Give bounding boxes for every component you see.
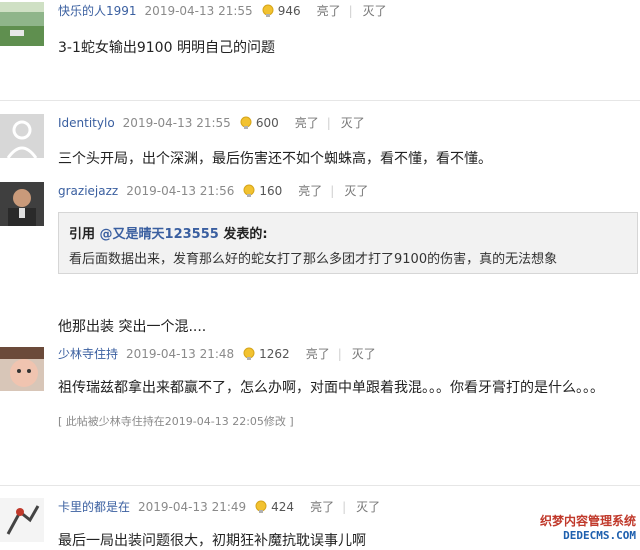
timestamp: 2019-04-13 21:55 <box>144 3 253 18</box>
separator: | <box>326 115 331 130</box>
comment-meta: 快乐的人1991 2019-04-13 21:55 946 亮了 | 灭了 <box>58 2 387 19</box>
divider <box>0 100 640 101</box>
separator: | <box>330 183 335 198</box>
timestamp: 2019-04-13 21:49 <box>138 499 247 514</box>
watermark: 织梦内容管理系统 DEDECMS.COM <box>516 512 636 546</box>
comment-meta: graziejazz 2019-04-13 21:56 160 亮了 | 灭了 <box>58 182 368 199</box>
comment-text: 最后一局出装问题很大，初期狂补魔抗耽误事儿啊 <box>58 533 366 549</box>
lightbulb-icon <box>242 184 256 198</box>
avatar-image <box>0 347 44 391</box>
watermark-line1: 织梦内容管理系统 <box>539 514 636 528</box>
quote-body: 看后面数据出来，发育那么好的蛇女打了那么多团才打了9100的伤害，真的无法想象 <box>69 252 558 267</box>
separator: | <box>337 346 342 361</box>
comment-meta: 少林寺住持 2019-04-13 21:48 1262 亮了 | 灭了 <box>58 345 376 362</box>
avatar[interactable] <box>0 2 44 46</box>
username-link[interactable]: 少林寺住持 <box>58 345 118 362</box>
timestamp: 2019-04-13 21:55 <box>122 115 231 130</box>
like-count: 946 <box>277 3 301 18</box>
dislike-button[interactable]: 灭了 <box>356 498 380 515</box>
comment-meta: 卡里的都是在 2019-04-13 21:49 424 亮了 | 灭了 <box>58 498 380 515</box>
avatar[interactable] <box>0 498 44 542</box>
timestamp: 2019-04-13 21:56 <box>126 183 235 198</box>
default-avatar-icon <box>0 114 44 158</box>
like-count: 424 <box>271 499 295 514</box>
avatar[interactable] <box>0 347 44 391</box>
divider <box>0 485 640 486</box>
quote-suffix: 发表的: <box>218 227 268 242</box>
comment-text: 他那出装 突出一个混.... <box>58 319 207 335</box>
like-count: 160 <box>259 183 283 198</box>
like-button[interactable]: 亮了 <box>295 114 319 131</box>
avatar-image <box>0 2 44 46</box>
edit-note: [ 此帖被少林寺住持在2019-04-13 22:05修改 ] <box>58 415 294 428</box>
lightbulb-icon <box>239 116 253 130</box>
like-count: 1262 <box>259 346 290 361</box>
lightbulb-icon <box>254 500 268 514</box>
lightbulb-icon <box>261 4 275 18</box>
like-button[interactable]: 亮了 <box>317 2 341 19</box>
quote-header: 引用 @又是晴天123555 发表的: <box>69 223 637 242</box>
username-link[interactable]: graziejazz <box>58 184 118 198</box>
quote-block: 引用 @又是晴天123555 发表的: 看后面数据出来，发育那么好的蛇女打了那么… <box>58 212 638 274</box>
lightbulb-icon <box>242 347 256 361</box>
separator: | <box>342 499 347 514</box>
username-link[interactable]: 快乐的人1991 <box>58 2 137 19</box>
avatar-image <box>0 498 44 542</box>
username-link[interactable]: 卡里的都是在 <box>58 498 130 515</box>
comment-meta: Identitylo 2019-04-13 21:55 600 亮了 | 灭了 <box>58 114 365 131</box>
avatar[interactable] <box>0 114 44 158</box>
dislike-button[interactable]: 灭了 <box>363 2 387 19</box>
timestamp: 2019-04-13 21:48 <box>126 346 235 361</box>
comment-text: 3-1蛇女输出9100 明明自己的问题 <box>58 40 275 56</box>
separator: | <box>348 3 353 18</box>
quote-prefix: 引用 <box>69 227 100 242</box>
like-count: 600 <box>255 115 279 130</box>
dislike-button[interactable]: 灭了 <box>352 345 376 362</box>
avatar[interactable] <box>0 182 44 226</box>
username-link[interactable]: Identitylo <box>58 116 115 130</box>
comment-text: 三个头开局，出个深渊，最后伤害还不如个蜘蛛高，看不懂，看不懂。 <box>58 151 492 167</box>
watermark-line2: DEDECMS.COM <box>563 529 636 542</box>
dislike-button[interactable]: 灭了 <box>341 114 365 131</box>
comment-text: 祖传瑞兹都拿出来都赢不了，怎么办啊，对面中单跟着我混。。。你看牙膏打的是什么。。… <box>58 380 604 396</box>
dislike-button[interactable]: 灭了 <box>344 182 368 199</box>
quoted-username-link[interactable]: @又是晴天123555 <box>100 227 219 242</box>
like-button[interactable]: 亮了 <box>298 182 322 199</box>
avatar-image <box>0 182 44 226</box>
like-button[interactable]: 亮了 <box>310 498 334 515</box>
like-button[interactable]: 亮了 <box>306 345 330 362</box>
